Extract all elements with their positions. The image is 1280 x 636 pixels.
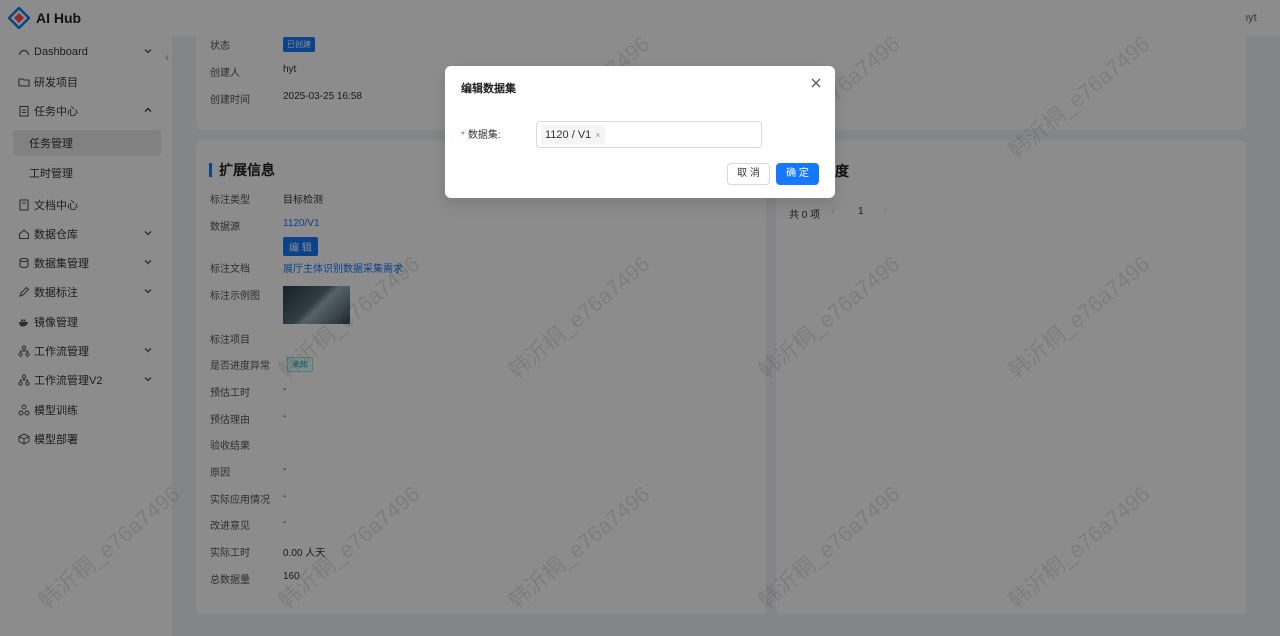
confirm-button[interactable]: 确 定 (776, 163, 819, 185)
dataset-field-label-text: 数据集 (467, 130, 498, 141)
close-icon[interactable] (809, 76, 823, 90)
selected-dataset-tag: 1120 / V1 × (541, 125, 605, 144)
cancel-button[interactable]: 取 消 (727, 163, 770, 185)
dataset-field-colon: : (497, 130, 501, 141)
edit-dataset-modal: 编辑数据集 * 数据集: 1120 / V1 × 取 消 确 定 (445, 66, 835, 198)
remove-tag-icon[interactable]: × (595, 130, 600, 140)
dataset-select[interactable]: 1120 / V1 × (536, 121, 762, 148)
modal-title: 编辑数据集 (461, 83, 516, 95)
required-mark: * (461, 130, 465, 141)
selected-dataset-label: 1120 / V1 (545, 128, 592, 141)
dataset-field-label: * 数据集: (461, 126, 501, 141)
